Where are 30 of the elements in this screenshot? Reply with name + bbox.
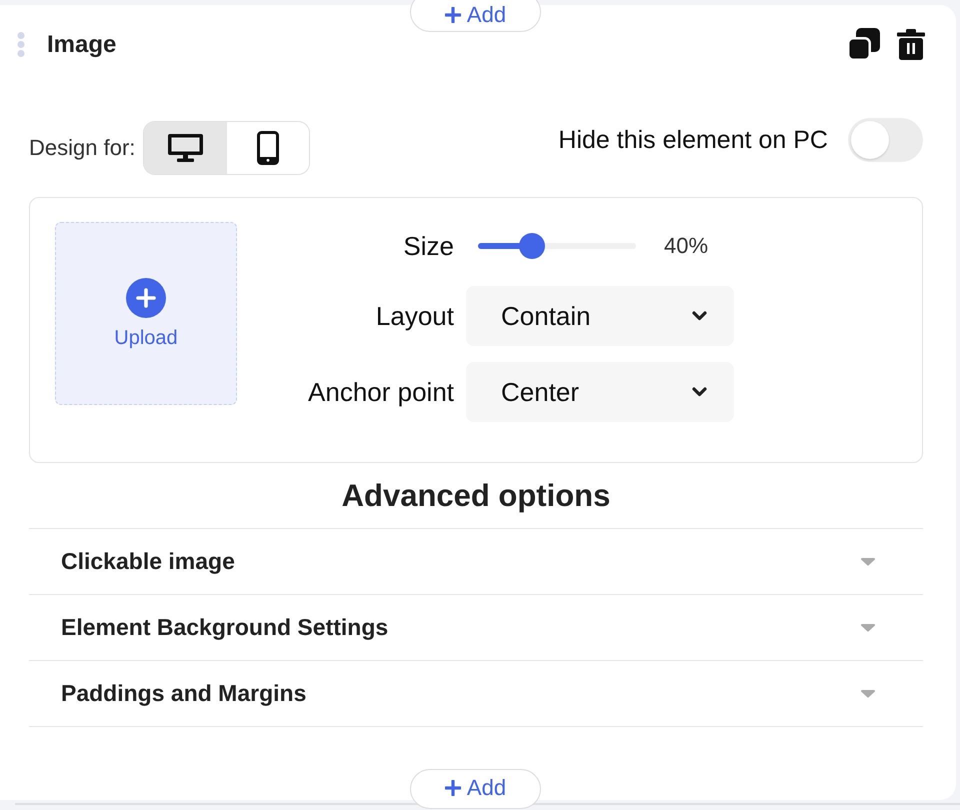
monitor-icon [168,134,204,162]
accordion-header[interactable]: Clickable image [29,529,923,595]
plus-icon [444,7,461,23]
panel-title: Image [47,30,116,58]
plus-icon [444,780,461,796]
phone-icon [257,131,280,165]
toggle-switch[interactable] [848,118,923,162]
slider-track[interactable] [478,233,636,259]
trash-icon[interactable] [897,29,925,60]
accordion-header[interactable]: Paddings and Margins [29,661,923,727]
device-option-button[interactable] [144,122,227,174]
section-heading: Advanced options [342,477,610,515]
field-label: Anchor point [308,376,454,408]
toggle-label: Hide this element on PC [558,126,828,154]
drag-handle-icon[interactable] [17,32,25,57]
plus-icon [126,278,166,318]
field-label: Size [403,230,454,262]
add-button[interactable]: Add [410,0,541,32]
field-label: Layout [376,300,454,332]
slider-thumb[interactable] [518,233,545,259]
add-button[interactable]: Add [410,769,541,809]
accordion-header[interactable]: Element Background Settings [29,595,923,661]
copy-icon[interactable] [847,28,880,61]
slider-value: 40% [664,233,708,259]
dropdown-select[interactable]: Center [466,362,734,422]
design-for-label: Design for: [29,135,136,161]
dropdown-select[interactable]: Contain [466,286,734,346]
upload-dropzone[interactable]: Upload [55,222,237,405]
chevron-down-icon [692,311,707,321]
chevron-down-icon [692,387,707,397]
